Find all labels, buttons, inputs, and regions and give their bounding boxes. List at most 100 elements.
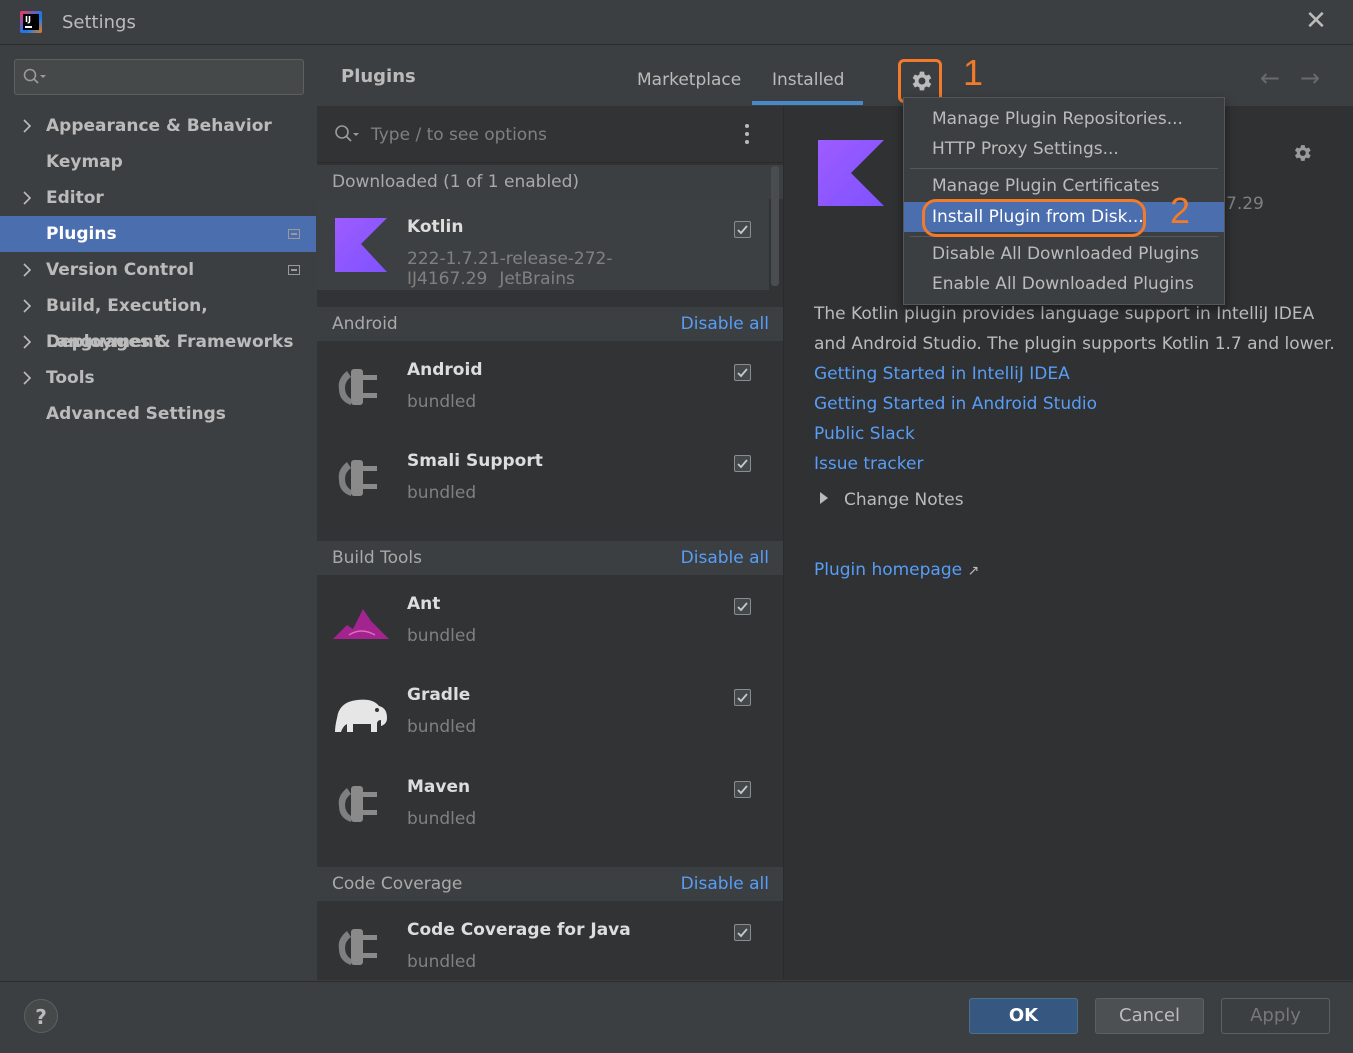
details-gear-icon[interactable]	[1291, 142, 1313, 169]
cancel-button[interactable]: Cancel	[1095, 998, 1204, 1034]
plugin-sub: bundled	[407, 952, 477, 972]
plugin-row-gradle[interactable]: Gradle bundled	[317, 667, 769, 758]
search-placeholder: Type / to see options	[371, 125, 547, 145]
sidebar-item-keymap[interactable]: Keymap	[0, 144, 316, 180]
link-getting-started-android-studio[interactable]: Getting Started in Android Studio	[814, 394, 1097, 414]
group-build-tools: Build Tools Disable all	[317, 541, 783, 575]
link-public-slack[interactable]: Public Slack	[814, 424, 915, 444]
plugin-version: 222-1.7.21-release-272-IJ4167.29 JetBrain…	[407, 249, 769, 289]
forward-arrow-icon[interactable]: →	[1300, 64, 1320, 92]
plugin-name: Android	[407, 360, 483, 380]
plugin-row-maven[interactable]: Maven bundled	[317, 759, 769, 850]
plugin-name: Gradle	[407, 685, 471, 705]
plugin-row-smali-support[interactable]: Smali Support bundled	[317, 433, 769, 524]
plugin-row-android[interactable]: Android bundled	[317, 342, 769, 433]
plug-icon	[333, 921, 389, 975]
menu-item-http-proxy[interactable]: HTTP Proxy Settings...	[904, 134, 1224, 164]
description-line-1: The Kotlin plugin provides language supp…	[814, 304, 1315, 324]
menu-item-disable-all-downloaded[interactable]: Disable All Downloaded Plugins	[904, 239, 1224, 269]
menu-item-enable-all-downloaded[interactable]: Enable All Downloaded Plugins	[904, 269, 1224, 299]
plugin-enabled-checkbox[interactable]	[734, 781, 751, 798]
plugin-name: Smali Support	[407, 451, 543, 471]
sidebar-item-appearance-behavior[interactable]: Appearance & Behavior	[0, 108, 316, 144]
plugin-enabled-checkbox[interactable]	[734, 455, 751, 472]
group-title: Android	[332, 314, 398, 334]
sidebar-item-plugins[interactable]: Plugins	[0, 216, 316, 252]
plugin-row-ant[interactable]: Ant bundled	[317, 576, 769, 667]
apply-button[interactable]: Apply	[1221, 998, 1330, 1034]
ok-button[interactable]: OK	[969, 998, 1078, 1034]
search-icon	[23, 68, 46, 84]
project-level-icon	[288, 229, 300, 239]
expand-triangle-icon	[820, 492, 828, 504]
close-icon[interactable]: ✕	[1302, 6, 1330, 36]
plugin-sub: bundled	[407, 809, 477, 829]
plugin-search-input[interactable]: Type / to see options	[317, 106, 783, 163]
sidebar-item-version-control[interactable]: Version Control	[0, 252, 316, 288]
plugin-name: Ant	[407, 594, 441, 614]
homepage-label: Plugin homepage	[814, 560, 963, 580]
sidebar-item-tools[interactable]: Tools	[0, 360, 316, 396]
gradle-elephant-icon	[333, 686, 389, 740]
more-options-icon[interactable]	[745, 124, 751, 148]
group-title: Downloaded (1 of 1 enabled)	[332, 172, 580, 192]
page-title: Plugins	[341, 66, 416, 87]
menu-item-manage-repositories[interactable]: Manage Plugin Repositories...	[904, 104, 1224, 134]
plugin-name: Code Coverage for Java	[407, 920, 631, 940]
group-android: Android Disable all	[317, 307, 783, 341]
tab-installed[interactable]: Installed	[772, 70, 844, 90]
list-scrollbar[interactable]	[771, 166, 779, 286]
sidebar-item-build-execution-deployment[interactable]: Build, Execution, Deployment	[0, 288, 316, 352]
plugin-enabled-checkbox[interactable]	[734, 364, 751, 381]
plugin-enabled-checkbox[interactable]	[734, 221, 751, 238]
callout-number-1: 1	[963, 52, 984, 93]
plugin-sub: bundled	[407, 483, 477, 503]
active-tab-indicator	[752, 101, 863, 105]
settings-search-input[interactable]	[14, 59, 304, 95]
sidebar-item-advanced-settings[interactable]: Advanced Settings	[0, 396, 316, 432]
disable-all-link[interactable]: Disable all	[681, 314, 769, 334]
disable-all-link[interactable]: Disable all	[681, 874, 769, 894]
kotlin-logo-icon	[333, 218, 389, 272]
callout-number-2: 2	[1170, 190, 1191, 231]
group-code-coverage: Code Coverage Disable all	[317, 867, 783, 901]
plug-icon	[333, 452, 389, 506]
plugin-enabled-checkbox[interactable]	[734, 598, 751, 615]
search-icon	[335, 125, 359, 142]
plugin-settings-gear-icon[interactable]	[908, 68, 934, 99]
callout-highlight-2	[922, 199, 1146, 237]
external-link-icon: ↗	[967, 563, 980, 579]
link-issue-tracker[interactable]: Issue tracker	[814, 454, 923, 474]
plug-icon	[333, 778, 389, 832]
back-arrow-icon[interactable]: ←	[1260, 64, 1280, 92]
plugin-enabled-checkbox[interactable]	[734, 689, 751, 706]
version-fragment: 7.29	[1226, 194, 1264, 214]
disable-all-link[interactable]: Disable all	[681, 548, 769, 568]
link-plugin-homepage[interactable]: Plugin homepage ↗	[814, 560, 979, 580]
group-downloaded: Downloaded (1 of 1 enabled)	[317, 165, 783, 199]
menu-separator	[910, 168, 1218, 169]
group-title: Build Tools	[332, 548, 422, 568]
intellij-logo-icon: IJ	[20, 11, 42, 33]
ant-logo-icon	[333, 595, 389, 649]
description-line-2: and Android Studio. The plugin supports …	[814, 334, 1335, 354]
title-bar	[0, 0, 1353, 45]
vendor-text: JetBrains	[499, 269, 575, 289]
project-level-icon	[288, 265, 300, 275]
sidebar-item-languages-frameworks[interactable]: Languages & Frameworks	[0, 324, 316, 360]
plugin-name: Kotlin	[407, 217, 464, 237]
kotlin-logo-icon	[818, 140, 884, 211]
tab-marketplace[interactable]: Marketplace	[637, 70, 741, 90]
window-title: Settings	[62, 12, 136, 33]
plugin-row-code-coverage-java[interactable]: Code Coverage for Java bundled	[317, 902, 769, 980]
plug-icon	[333, 361, 389, 415]
link-getting-started-intellij[interactable]: Getting Started in IntelliJ IDEA	[814, 364, 1070, 384]
plugin-sub: bundled	[407, 626, 477, 646]
plugin-enabled-checkbox[interactable]	[734, 924, 751, 941]
sidebar-item-editor[interactable]: Editor	[0, 180, 316, 216]
change-notes-toggle[interactable]: Change Notes	[820, 490, 964, 510]
plugin-row-kotlin[interactable]: Kotlin 222-1.7.21-release-272-IJ4167.29 J…	[317, 199, 769, 290]
help-button[interactable]: ?	[24, 999, 58, 1033]
plugin-name: Maven	[407, 777, 471, 797]
plugin-sub: bundled	[407, 717, 477, 737]
